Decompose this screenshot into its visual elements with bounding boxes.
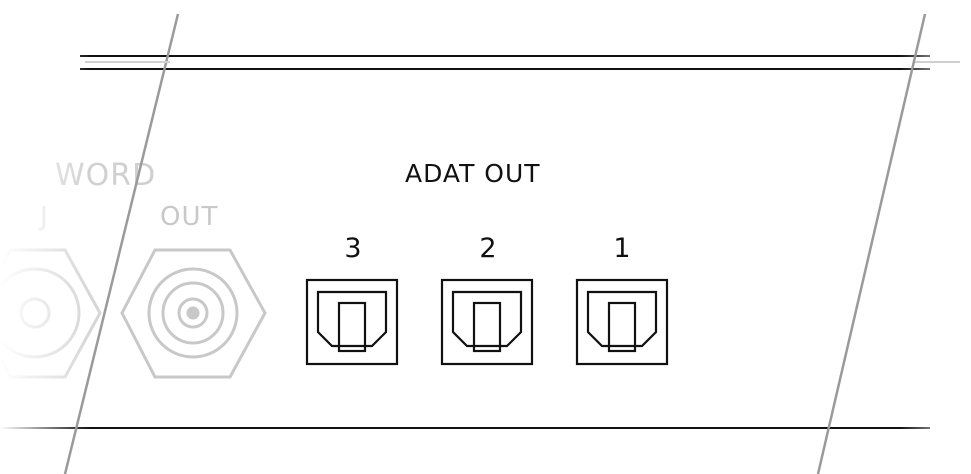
- adat-out-label: ADAT OUT: [405, 159, 541, 188]
- optical-port-2: [440, 278, 534, 366]
- port-number-2: 2: [479, 233, 496, 264]
- word-out-connector: [120, 248, 267, 379]
- port-number-3: 3: [344, 233, 361, 264]
- port-number-1: 1: [613, 233, 630, 264]
- rear-panel-diagram: WORD OUT J ADAT OUT 3 2 1: [0, 0, 971, 474]
- out-label: OUT: [160, 202, 218, 232]
- optical-port-1: [575, 278, 669, 366]
- panel-top-edge: [80, 55, 930, 70]
- optical-port-3: [305, 278, 399, 366]
- left-fade: [0, 0, 90, 474]
